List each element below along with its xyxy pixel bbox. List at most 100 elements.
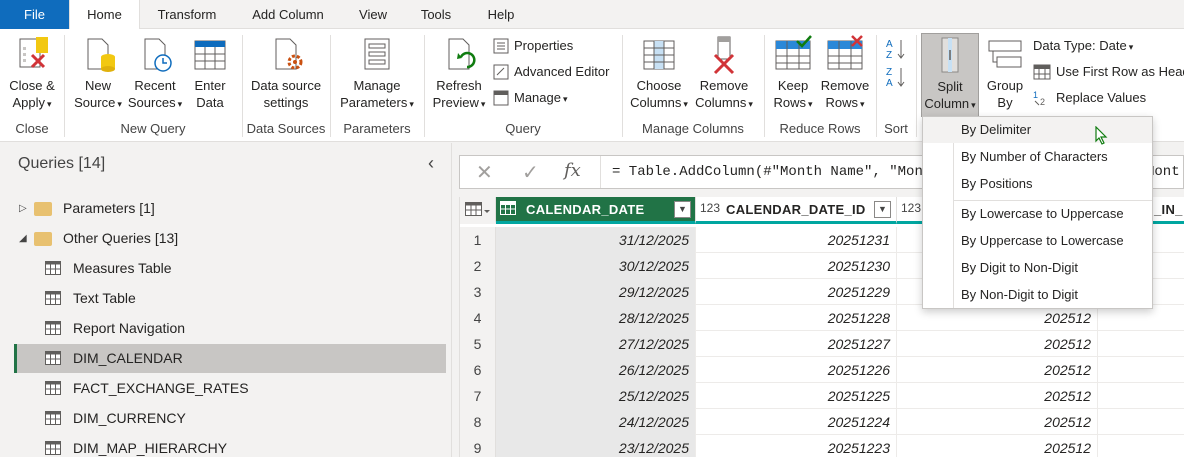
cell-year-month[interactable]: 202512 [897,435,1098,457]
chevron-down-icon: ▾ [683,99,688,109]
recent-sources-label-1: Recent [134,78,176,93]
tab-transform[interactable]: Transform [141,0,233,29]
column-header-calendar-date-id[interactable]: 123 CALENDAR_DATE_ID ▼ [696,197,897,224]
remove-rows-button[interactable]: Remove Rows ▾ [818,35,872,113]
keep-rows-button[interactable]: Keep Rows ▾ [770,35,816,113]
tab-file[interactable]: File [0,0,69,29]
query-item-text-table[interactable]: Text Table [14,284,446,313]
cell-calendar-date-id[interactable]: 20251226 [696,357,897,383]
properties-button[interactable]: Properties [493,37,573,55]
row-number[interactable]: 6 [460,357,496,383]
recent-sources-button[interactable]: Recent Sources ▾ [126,35,184,113]
replace-values-button[interactable]: 1 2 Replace Values [1033,89,1146,107]
cell-column-4[interactable] [1098,331,1184,357]
menu-item-by-uppercase-to-lowercase[interactable]: By Uppercase to Lowercase [923,228,1152,254]
cell-calendar-date-id[interactable]: 20251224 [696,409,897,435]
chevron-down-icon[interactable]: ▼ [874,201,891,218]
cell-year-month[interactable]: 202512 [897,331,1098,357]
remove-columns-label-2: Columns [695,95,747,110]
cell-calendar-date-id[interactable]: 20251228 [696,305,897,331]
menu-item-by-number-of-characters[interactable]: By Number of Characters [923,144,1152,170]
remove-columns-button[interactable]: Remove Columns ▾ [692,35,756,113]
choose-columns-button[interactable]: Choose Columns ▾ [628,35,690,113]
cell-calendar-date-id[interactable]: 20251225 [696,383,897,409]
cell-calendar-date[interactable]: 31/12/2025 [496,227,696,253]
chevron-down-icon[interactable]: ▼ [674,201,691,218]
row-number[interactable]: 7 [460,383,496,409]
cell-year-month[interactable]: 202512 [897,357,1098,383]
query-item-dim-currency[interactable]: DIM_CURRENCY [14,404,446,433]
menu-item-by-digit-to-non-digit[interactable]: By Digit to Non-Digit [923,255,1152,281]
row-number[interactable]: 5 [460,331,496,357]
query-item-measures-table[interactable]: Measures Table [14,254,446,283]
group-by-button[interactable]: Group By [982,35,1028,111]
cell-calendar-date[interactable]: 28/12/2025 [496,305,696,331]
table-menu-button[interactable] [460,197,496,224]
chevron-down-icon: ▾ [807,99,813,109]
query-group-parameters[interactable]: ▷ Parameters [1] [14,194,446,223]
tab-tools[interactable]: Tools [405,0,467,29]
formula-input[interactable]: = Table.AddColumn(#"Month Name", "Month [612,164,940,180]
cell-column-4[interactable] [1098,409,1184,435]
table-icon [194,40,226,70]
cell-column-4[interactable] [1098,435,1184,457]
sort-descending-button[interactable]: ZA [884,65,908,93]
cell-calendar-date[interactable]: 25/12/2025 [496,383,696,409]
cell-calendar-date[interactable]: 30/12/2025 [496,253,696,279]
cell-calendar-date-id[interactable]: 20251227 [696,331,897,357]
row-number[interactable]: 3 [460,279,496,305]
data-source-settings-button[interactable]: Data source settings [246,35,326,111]
split-column-button[interactable]: Split Column ▾ [921,33,979,117]
tab-help[interactable]: Help [470,0,532,29]
cell-calendar-date[interactable]: 26/12/2025 [496,357,696,383]
query-item-dim-calendar[interactable]: DIM_CALENDAR [14,344,446,373]
function-icon[interactable]: fx [564,160,581,181]
cell-calendar-date[interactable]: 29/12/2025 [496,279,696,305]
sort-ascending-button[interactable]: AZ [884,37,908,64]
advanced-editor-button[interactable]: Advanced Editor [493,63,609,81]
chevron-down-icon: ▾ [971,100,976,110]
manage-button[interactable]: Manage ▾ [493,89,568,108]
row-number[interactable]: 8 [460,409,496,435]
collapse-pane-icon[interactable]: ‹ [428,153,434,174]
column-header-calendar-date[interactable]: CALENDAR_DATE ▼ [496,197,696,224]
cell-column-4[interactable] [1098,357,1184,383]
row-number[interactable]: 1 [460,227,496,253]
cell-calendar-date-id[interactable]: 20251229 [696,279,897,305]
menu-item-by-non-digit-to-digit[interactable]: By Non-Digit to Digit [923,282,1152,308]
query-item-dim-map-hierarchy[interactable]: DIM_MAP_HIERARCHY [14,434,446,457]
row-number[interactable]: 9 [460,435,496,457]
query-item-report-navigation[interactable]: Report Navigation [14,314,446,343]
cell-calendar-date-id[interactable]: 20251231 [696,227,897,253]
close-apply-icon [19,37,48,69]
cell-column-4[interactable] [1098,383,1184,409]
refresh-preview-button[interactable]: Refresh Preview ▾ [430,35,488,113]
close-apply-button[interactable]: Close & Apply ▾ [4,35,60,113]
cell-calendar-date-id[interactable]: 20251230 [696,253,897,279]
menu-item-by-delimiter[interactable]: By Delimiter [923,117,1152,143]
cell-calendar-date-id[interactable]: 20251223 [696,435,897,457]
tab-home[interactable]: Home [69,0,140,30]
menu-item-by-lowercase-to-uppercase[interactable]: By Lowercase to Uppercase [923,201,1152,227]
confirm-formula-icon[interactable]: ✓ [522,160,539,185]
cell-year-month[interactable]: 202512 [897,409,1098,435]
menu-item-by-positions[interactable]: By Positions [923,171,1152,197]
query-group-other-queries[interactable]: ◢ Other Queries [13] [14,224,446,253]
data-type-dropdown[interactable]: Data Type: Date ▾ [1033,37,1133,56]
new-source-button[interactable]: New Source ▾ [70,35,126,113]
manage-parameters-button[interactable]: Manage Parameters ▾ [336,35,418,113]
data-source-settings-label-1: Data source [250,78,322,93]
cell-year-month[interactable]: 202512 [897,383,1098,409]
group-by-label-1: Group [986,78,1024,93]
cancel-formula-icon[interactable]: ✕ [476,160,493,185]
use-first-row-button[interactable]: Use First Row as Headers [1033,63,1184,81]
cell-calendar-date[interactable]: 23/12/2025 [496,435,696,457]
row-number[interactable]: 4 [460,305,496,331]
tab-view[interactable]: View [344,0,402,29]
cell-calendar-date[interactable]: 24/12/2025 [496,409,696,435]
cell-calendar-date[interactable]: 27/12/2025 [496,331,696,357]
row-number[interactable]: 2 [460,253,496,279]
tab-add-column[interactable]: Add Column [236,0,340,29]
enter-data-button[interactable]: Enter Data [186,35,234,111]
query-item-fact-exchange-rates[interactable]: FACT_EXCHANGE_RATES [14,374,446,403]
